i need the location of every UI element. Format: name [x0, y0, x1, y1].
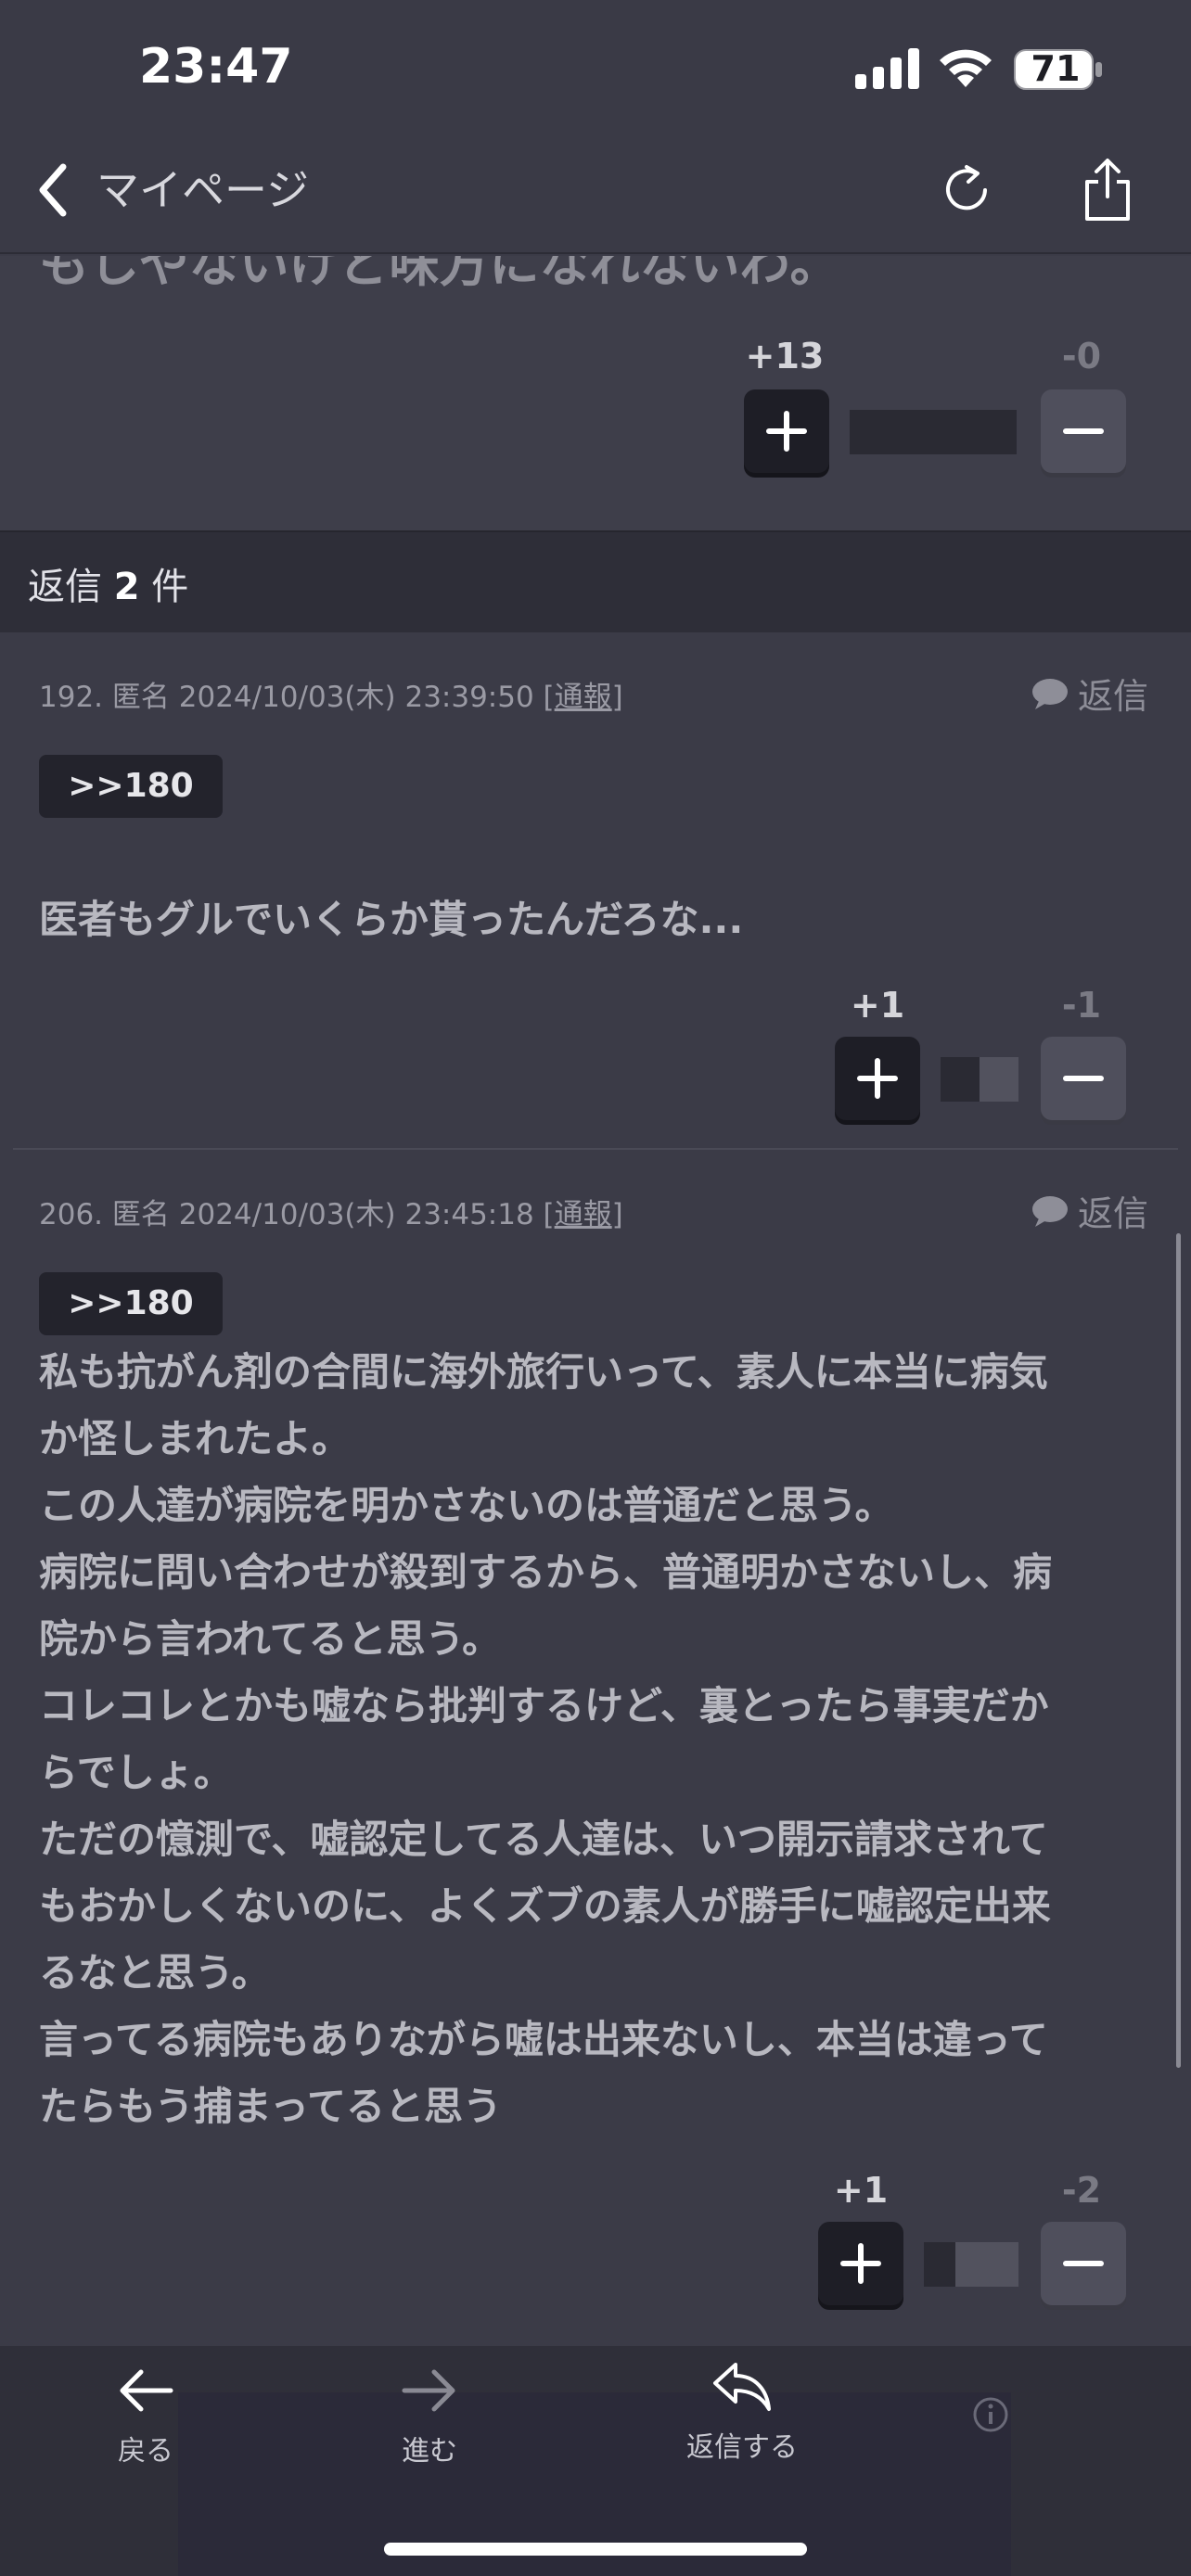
minus-icon: [1063, 428, 1104, 434]
status-time: 23:47: [139, 39, 293, 95]
reply-arrow-icon: [713, 2363, 771, 2411]
chevron-left-icon[interactable]: [33, 159, 70, 221]
comment-divider: [13, 1148, 1178, 1150]
reply-button[interactable]: 返信: [1031, 1185, 1148, 1236]
upvote-button[interactable]: [835, 1037, 920, 1120]
comment-meta: 206. 匿名 2024/10/03(木) 23:45:18 [通報]: [39, 1198, 623, 1231]
downvote-count: -0: [1061, 336, 1102, 376]
upvote-button[interactable]: [818, 2222, 903, 2305]
downvote-button[interactable]: [1041, 1037, 1126, 1120]
arrow-right-icon: [402, 2369, 455, 2412]
cellular-signal-icon: [855, 48, 919, 89]
forward-nav-button[interactable]: 進む: [397, 2363, 462, 2468]
vote-ratio-fill: [924, 2242, 955, 2287]
upvote-button[interactable]: [744, 389, 829, 473]
replies-count: 返信 2 件: [28, 566, 189, 608]
reload-icon[interactable]: [941, 159, 996, 221]
comment-body: 医者もグルでいくらか貰ったんだろな...: [39, 897, 744, 942]
vote-ratio-fill: [941, 1057, 980, 1102]
plus-icon: [766, 411, 807, 452]
arrow-left-icon: [120, 2369, 173, 2412]
plus-icon: [840, 2243, 881, 2284]
vote-ratio-bar: [941, 1057, 1018, 1102]
downvote-button[interactable]: [1041, 2222, 1126, 2305]
previous-post-text: もしやないけど味方になれないわ。: [39, 256, 840, 293]
upvote-count: +1: [833, 2170, 889, 2211]
vote-ratio-fill: [850, 410, 1017, 454]
back-nav-label: 戻る: [118, 2435, 173, 2468]
plus-icon: [857, 1058, 898, 1099]
share-icon[interactable]: [1080, 156, 1135, 223]
previous-post: もしやないけど味方になれないわ。: [0, 256, 1191, 530]
report-link[interactable]: 通報: [555, 1198, 612, 1231]
forward-nav-label: 進む: [402, 2435, 457, 2468]
downvote-count: -1: [1061, 985, 1102, 1026]
comment-body: 私も抗がん剤の合間に海外旅行いって、素人に本当に病気 か怪しまれたよ。 この人達…: [39, 1349, 1053, 2129]
vote-ratio-bar: [924, 2242, 1018, 2287]
scrollbar[interactable]: [1176, 1233, 1181, 2068]
upvote-count: +13: [745, 336, 825, 376]
minus-icon: [1063, 1076, 1104, 1081]
anchor-link[interactable]: >>180: [39, 755, 223, 818]
battery-level: 71: [1031, 48, 1081, 89]
back-nav-button[interactable]: 戻る: [113, 2363, 178, 2468]
downvote-count: -2: [1061, 2170, 1102, 2211]
info-icon[interactable]: [972, 2396, 1009, 2433]
speech-bubble-icon: [1032, 1195, 1068, 1227]
upvote-count: +1: [850, 985, 905, 1026]
reply-nav-button[interactable]: 返信する: [686, 2359, 798, 2465]
reply-button[interactable]: 返信: [1031, 668, 1148, 719]
reply-nav-label: 返信する: [686, 2431, 798, 2464]
speech-bubble-icon: [1032, 678, 1068, 709]
minus-icon: [1063, 2261, 1104, 2266]
anchor-link[interactable]: >>180: [39, 1272, 223, 1335]
report-link[interactable]: 通報: [555, 681, 612, 714]
back-button-label[interactable]: マイページ: [96, 159, 309, 221]
comment-meta: 192. 匿名 2024/10/03(木) 23:39:50 [通報]: [39, 681, 623, 714]
downvote-button[interactable]: [1041, 389, 1126, 473]
vote-ratio-bar: [850, 410, 1017, 454]
home-indicator[interactable]: [384, 2543, 807, 2556]
wifi-icon: [940, 49, 992, 87]
